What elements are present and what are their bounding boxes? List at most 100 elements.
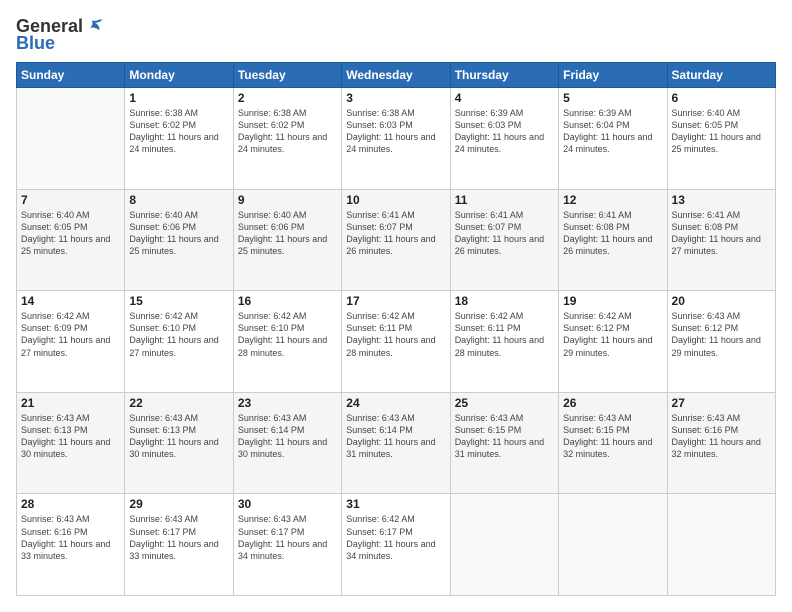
day-info: Sunrise: 6:43 AMSunset: 6:17 PMDaylight:… [129, 514, 218, 560]
calendar-cell-25: 25 Sunrise: 6:43 AMSunset: 6:15 PMDaylig… [450, 392, 558, 494]
day-info: Sunrise: 6:38 AMSunset: 6:02 PMDaylight:… [238, 108, 327, 154]
calendar-cell-4: 4 Sunrise: 6:39 AMSunset: 6:03 PMDayligh… [450, 88, 558, 190]
day-info: Sunrise: 6:42 AMSunset: 6:12 PMDaylight:… [563, 311, 652, 357]
calendar-header-monday: Monday [125, 63, 233, 88]
day-info: Sunrise: 6:42 AMSunset: 6:11 PMDaylight:… [346, 311, 435, 357]
calendar-cell-11: 11 Sunrise: 6:41 AMSunset: 6:07 PMDaylig… [450, 189, 558, 291]
day-info: Sunrise: 6:41 AMSunset: 6:07 PMDaylight:… [346, 210, 435, 256]
day-number: 5 [563, 91, 662, 105]
calendar-cell-27: 27 Sunrise: 6:43 AMSunset: 6:16 PMDaylig… [667, 392, 775, 494]
calendar-header-row: SundayMondayTuesdayWednesdayThursdayFrid… [17, 63, 776, 88]
day-number: 22 [129, 396, 228, 410]
calendar-week-2: 7 Sunrise: 6:40 AMSunset: 6:05 PMDayligh… [17, 189, 776, 291]
calendar-header-thursday: Thursday [450, 63, 558, 88]
day-info: Sunrise: 6:43 AMSunset: 6:12 PMDaylight:… [672, 311, 761, 357]
day-number: 6 [672, 91, 771, 105]
day-number: 26 [563, 396, 662, 410]
calendar-cell-18: 18 Sunrise: 6:42 AMSunset: 6:11 PMDaylig… [450, 291, 558, 393]
day-number: 14 [21, 294, 120, 308]
day-info: Sunrise: 6:40 AMSunset: 6:06 PMDaylight:… [238, 210, 327, 256]
calendar-week-5: 28 Sunrise: 6:43 AMSunset: 6:16 PMDaylig… [17, 494, 776, 596]
page: General Blue SundayMondayTuesdayWednesda… [0, 0, 792, 612]
calendar-cell-5: 5 Sunrise: 6:39 AMSunset: 6:04 PMDayligh… [559, 88, 667, 190]
day-info: Sunrise: 6:43 AMSunset: 6:14 PMDaylight:… [238, 413, 327, 459]
day-info: Sunrise: 6:40 AMSunset: 6:06 PMDaylight:… [129, 210, 218, 256]
calendar-cell-24: 24 Sunrise: 6:43 AMSunset: 6:14 PMDaylig… [342, 392, 450, 494]
calendar-header-friday: Friday [559, 63, 667, 88]
header: General Blue [16, 16, 776, 54]
day-number: 17 [346, 294, 445, 308]
calendar-cell-9: 9 Sunrise: 6:40 AMSunset: 6:06 PMDayligh… [233, 189, 341, 291]
calendar-cell-17: 17 Sunrise: 6:42 AMSunset: 6:11 PMDaylig… [342, 291, 450, 393]
day-number: 11 [455, 193, 554, 207]
day-number: 30 [238, 497, 337, 511]
calendar-cell-7: 7 Sunrise: 6:40 AMSunset: 6:05 PMDayligh… [17, 189, 125, 291]
calendar-cell-1: 1 Sunrise: 6:38 AMSunset: 6:02 PMDayligh… [125, 88, 233, 190]
day-number: 29 [129, 497, 228, 511]
calendar-header-wednesday: Wednesday [342, 63, 450, 88]
day-info: Sunrise: 6:41 AMSunset: 6:08 PMDaylight:… [672, 210, 761, 256]
calendar-cell-21: 21 Sunrise: 6:43 AMSunset: 6:13 PMDaylig… [17, 392, 125, 494]
calendar-cell-empty [559, 494, 667, 596]
day-info: Sunrise: 6:42 AMSunset: 6:17 PMDaylight:… [346, 514, 435, 560]
calendar-cell-8: 8 Sunrise: 6:40 AMSunset: 6:06 PMDayligh… [125, 189, 233, 291]
calendar-cell-28: 28 Sunrise: 6:43 AMSunset: 6:16 PMDaylig… [17, 494, 125, 596]
day-info: Sunrise: 6:39 AMSunset: 6:03 PMDaylight:… [455, 108, 544, 154]
day-info: Sunrise: 6:41 AMSunset: 6:07 PMDaylight:… [455, 210, 544, 256]
day-info: Sunrise: 6:42 AMSunset: 6:10 PMDaylight:… [238, 311, 327, 357]
calendar-cell-10: 10 Sunrise: 6:41 AMSunset: 6:07 PMDaylig… [342, 189, 450, 291]
day-info: Sunrise: 6:43 AMSunset: 6:16 PMDaylight:… [672, 413, 761, 459]
calendar-cell-31: 31 Sunrise: 6:42 AMSunset: 6:17 PMDaylig… [342, 494, 450, 596]
day-number: 15 [129, 294, 228, 308]
day-number: 9 [238, 193, 337, 207]
calendar-cell-26: 26 Sunrise: 6:43 AMSunset: 6:15 PMDaylig… [559, 392, 667, 494]
day-info: Sunrise: 6:38 AMSunset: 6:03 PMDaylight:… [346, 108, 435, 154]
day-info: Sunrise: 6:40 AMSunset: 6:05 PMDaylight:… [672, 108, 761, 154]
calendar-cell-12: 12 Sunrise: 6:41 AMSunset: 6:08 PMDaylig… [559, 189, 667, 291]
day-number: 3 [346, 91, 445, 105]
day-number: 24 [346, 396, 445, 410]
day-number: 4 [455, 91, 554, 105]
day-info: Sunrise: 6:39 AMSunset: 6:04 PMDaylight:… [563, 108, 652, 154]
calendar-cell-2: 2 Sunrise: 6:38 AMSunset: 6:02 PMDayligh… [233, 88, 341, 190]
day-number: 23 [238, 396, 337, 410]
calendar-cell-6: 6 Sunrise: 6:40 AMSunset: 6:05 PMDayligh… [667, 88, 775, 190]
logo-blue: Blue [16, 33, 55, 54]
day-info: Sunrise: 6:43 AMSunset: 6:15 PMDaylight:… [455, 413, 544, 459]
day-number: 27 [672, 396, 771, 410]
day-info: Sunrise: 6:43 AMSunset: 6:15 PMDaylight:… [563, 413, 652, 459]
calendar-cell-3: 3 Sunrise: 6:38 AMSunset: 6:03 PMDayligh… [342, 88, 450, 190]
calendar-cell-30: 30 Sunrise: 6:43 AMSunset: 6:17 PMDaylig… [233, 494, 341, 596]
calendar-cell-19: 19 Sunrise: 6:42 AMSunset: 6:12 PMDaylig… [559, 291, 667, 393]
calendar-cell-29: 29 Sunrise: 6:43 AMSunset: 6:17 PMDaylig… [125, 494, 233, 596]
day-info: Sunrise: 6:43 AMSunset: 6:14 PMDaylight:… [346, 413, 435, 459]
calendar-cell-empty [450, 494, 558, 596]
day-number: 19 [563, 294, 662, 308]
calendar-header-sunday: Sunday [17, 63, 125, 88]
day-number: 10 [346, 193, 445, 207]
day-info: Sunrise: 6:40 AMSunset: 6:05 PMDaylight:… [21, 210, 110, 256]
calendar-cell-13: 13 Sunrise: 6:41 AMSunset: 6:08 PMDaylig… [667, 189, 775, 291]
day-info: Sunrise: 6:43 AMSunset: 6:13 PMDaylight:… [21, 413, 110, 459]
day-number: 2 [238, 91, 337, 105]
day-info: Sunrise: 6:43 AMSunset: 6:17 PMDaylight:… [238, 514, 327, 560]
day-number: 28 [21, 497, 120, 511]
day-number: 1 [129, 91, 228, 105]
calendar-cell-22: 22 Sunrise: 6:43 AMSunset: 6:13 PMDaylig… [125, 392, 233, 494]
day-number: 20 [672, 294, 771, 308]
calendar-week-4: 21 Sunrise: 6:43 AMSunset: 6:13 PMDaylig… [17, 392, 776, 494]
calendar-week-3: 14 Sunrise: 6:42 AMSunset: 6:09 PMDaylig… [17, 291, 776, 393]
day-number: 7 [21, 193, 120, 207]
calendar-cell-empty [667, 494, 775, 596]
calendar-header-tuesday: Tuesday [233, 63, 341, 88]
calendar-cell-empty [17, 88, 125, 190]
day-number: 12 [563, 193, 662, 207]
calendar-cell-16: 16 Sunrise: 6:42 AMSunset: 6:10 PMDaylig… [233, 291, 341, 393]
day-info: Sunrise: 6:42 AMSunset: 6:09 PMDaylight:… [21, 311, 110, 357]
day-number: 18 [455, 294, 554, 308]
calendar-table: SundayMondayTuesdayWednesdayThursdayFrid… [16, 62, 776, 596]
day-info: Sunrise: 6:43 AMSunset: 6:16 PMDaylight:… [21, 514, 110, 560]
calendar-cell-14: 14 Sunrise: 6:42 AMSunset: 6:09 PMDaylig… [17, 291, 125, 393]
day-info: Sunrise: 6:42 AMSunset: 6:10 PMDaylight:… [129, 311, 218, 357]
day-number: 13 [672, 193, 771, 207]
